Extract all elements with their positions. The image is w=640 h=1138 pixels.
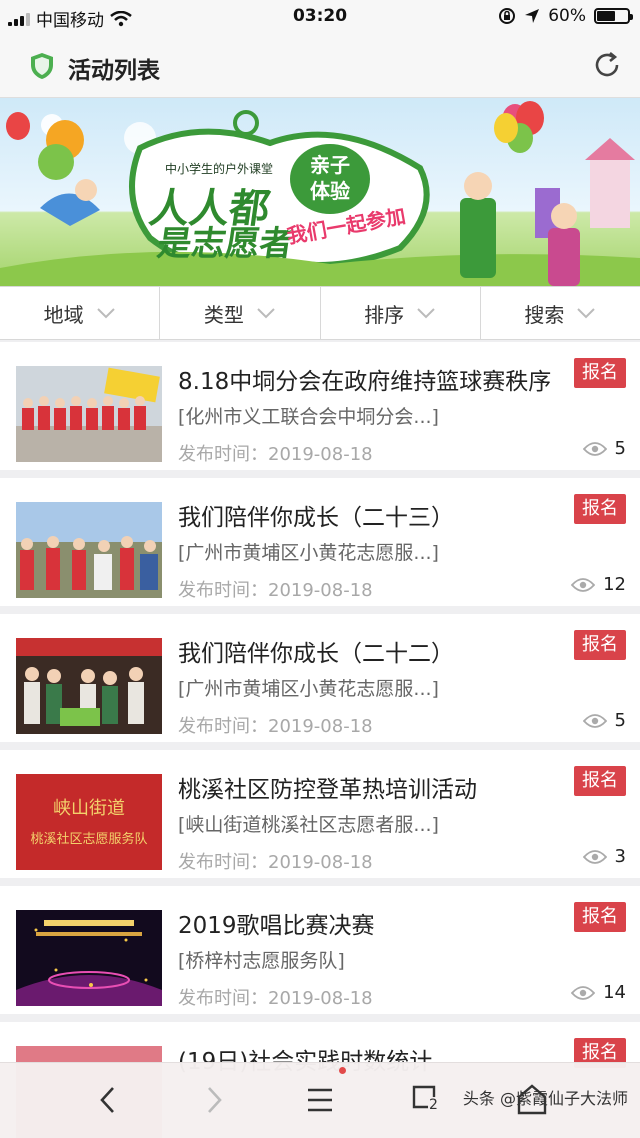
tabs-button[interactable]: 2 bbox=[410, 1083, 442, 1117]
status-bar: 中国移动 03:20 60% bbox=[0, 0, 640, 34]
activity-title: 8.18中垌分会在政府维持篮球赛秩序 bbox=[178, 369, 552, 395]
activity-item[interactable]: 2019歌唱比赛决赛 [桥梓村志愿服务队] 发布时间：2019-08-18 报名… bbox=[0, 886, 640, 1014]
watermark: 头条 @紫霞仙子大法师 bbox=[462, 1089, 628, 1108]
signup-button[interactable]: 报名 bbox=[574, 630, 626, 660]
shield-icon bbox=[31, 53, 53, 79]
banner-subtitle: 中小学生的户外课堂 bbox=[165, 162, 274, 176]
tabs-count: 2 bbox=[428, 1097, 439, 1113]
filter-label: 地域 bbox=[43, 302, 84, 327]
refresh-icon[interactable] bbox=[592, 50, 622, 80]
status-right: 60% bbox=[498, 6, 633, 26]
banner-badge: 亲子 体验 bbox=[290, 144, 370, 214]
filter-type[interactable]: 类型 bbox=[160, 287, 321, 339]
back-icon[interactable] bbox=[98, 1085, 118, 1115]
activity-thumbnail bbox=[16, 366, 162, 462]
forward-icon[interactable] bbox=[204, 1085, 224, 1115]
location-icon bbox=[525, 9, 540, 23]
activity-title: 桃溪社区防控登革热培训活动 bbox=[178, 777, 477, 803]
signup-button[interactable]: 报名 bbox=[574, 766, 626, 796]
filter-region[interactable]: 地域 bbox=[0, 287, 161, 339]
view-count-value: 5 bbox=[614, 710, 626, 731]
activity-date: 发布时间：2019-08-18 bbox=[178, 444, 373, 465]
menu-icon[interactable] bbox=[306, 1085, 334, 1115]
filter-label: 搜索 bbox=[524, 302, 565, 327]
activity-item[interactable]: 我们陪伴你成长（二十二） [广州市黄埔区小黄花志愿服...] 发布时间：2019… bbox=[0, 614, 640, 742]
signup-button[interactable]: 报名 bbox=[574, 358, 626, 388]
activity-date: 发布时间：2019-08-18 bbox=[178, 988, 373, 1009]
app-header: 活动列表 bbox=[0, 34, 640, 98]
filter-label: 类型 bbox=[203, 302, 244, 327]
view-count-value: 12 bbox=[603, 574, 626, 595]
eye-icon bbox=[582, 849, 607, 864]
view-count: 14 bbox=[571, 982, 626, 1003]
activity-org: [化州市义工联合会中垌分会...] bbox=[178, 406, 439, 428]
activity-org: [广州市黄埔区小黄花志愿服...] bbox=[178, 542, 439, 564]
activity-title: 2019歌唱比赛决赛 bbox=[178, 913, 375, 939]
activity-org: [广州市黄埔区小黄花志愿服...] bbox=[178, 678, 439, 700]
view-count: 3 bbox=[582, 846, 626, 867]
activity-thumbnail bbox=[16, 638, 162, 734]
filter-search[interactable]: 搜索 bbox=[481, 287, 640, 339]
activity-thumbnail bbox=[16, 910, 162, 1006]
chevron-down-icon bbox=[257, 308, 275, 319]
view-count-value: 5 bbox=[614, 438, 626, 459]
filter-label: 排序 bbox=[364, 302, 405, 327]
view-count: 12 bbox=[571, 574, 626, 595]
activity-thumbnail: 峡山街道 桃溪社区志愿服务队 bbox=[16, 774, 162, 870]
signup-button[interactable]: 报名 bbox=[574, 902, 626, 932]
activity-item[interactable]: 我们陪伴你成长（二十三） [广州市黄埔区小黄花志愿服...] 发布时间：2019… bbox=[0, 478, 640, 606]
browser-toolbar: 2 头条 @紫霞仙子大法师 bbox=[0, 1062, 640, 1138]
filter-sort[interactable]: 排序 bbox=[321, 287, 481, 339]
view-count: 5 bbox=[582, 438, 626, 459]
activity-item[interactable]: 8.18中垌分会在政府维持篮球赛秩序 [化州市义工联合会中垌分会...] 发布时… bbox=[0, 342, 640, 470]
banner-badge-line2: 体验 bbox=[310, 179, 350, 203]
battery-percent: 60% bbox=[548, 6, 586, 26]
menu-notification-dot bbox=[339, 1067, 346, 1074]
view-count-value: 3 bbox=[614, 846, 626, 867]
chevron-down-icon bbox=[96, 308, 115, 319]
activity-org: [峡山街道桃溪社区志愿者服...] bbox=[178, 814, 439, 836]
thumb-sign-line1: 峡山街道 bbox=[53, 798, 125, 819]
banner-badge-line1: 亲子 bbox=[310, 153, 350, 177]
activity-date: 发布时间：2019-08-18 bbox=[178, 716, 373, 737]
activity-date: 发布时间：2019-08-18 bbox=[178, 852, 373, 873]
eye-icon bbox=[571, 985, 596, 1000]
chevron-down-icon bbox=[577, 308, 596, 319]
rotation-lock-icon bbox=[499, 8, 516, 24]
activity-date: 发布时间：2019-08-18 bbox=[178, 580, 373, 601]
signup-button[interactable]: 报名 bbox=[574, 494, 626, 524]
activity-item[interactable]: 峡山街道 桃溪社区志愿服务队 桃溪社区防控登革热培训活动 [峡山街道桃溪社区志愿… bbox=[0, 750, 640, 878]
eye-icon bbox=[571, 577, 596, 592]
thumb-sign-line2: 桃溪社区志愿服务队 bbox=[30, 832, 148, 847]
page-title: 活动列表 bbox=[68, 58, 160, 84]
banner-headline-2: 是志愿者 bbox=[154, 224, 297, 264]
activity-thumbnail bbox=[16, 502, 162, 598]
chevron-down-icon bbox=[417, 308, 435, 319]
eye-icon bbox=[582, 713, 607, 728]
view-count: 5 bbox=[582, 710, 626, 731]
eye-icon bbox=[582, 441, 607, 456]
battery-icon bbox=[594, 8, 633, 24]
view-count-value: 14 bbox=[603, 982, 626, 1003]
filter-bar: 地域 类型 排序 搜索 bbox=[0, 286, 640, 340]
activity-title: 我们陪伴你成长（二十二） bbox=[178, 641, 454, 667]
activity-org: [桥梓村志愿服务队] bbox=[178, 950, 345, 972]
activity-title: 我们陪伴你成长（二十三） bbox=[178, 505, 454, 531]
promo-banner[interactable]: 中小学生的户外课堂 人人都 是志愿者 亲子 体验 我们一起参加 bbox=[0, 98, 640, 286]
